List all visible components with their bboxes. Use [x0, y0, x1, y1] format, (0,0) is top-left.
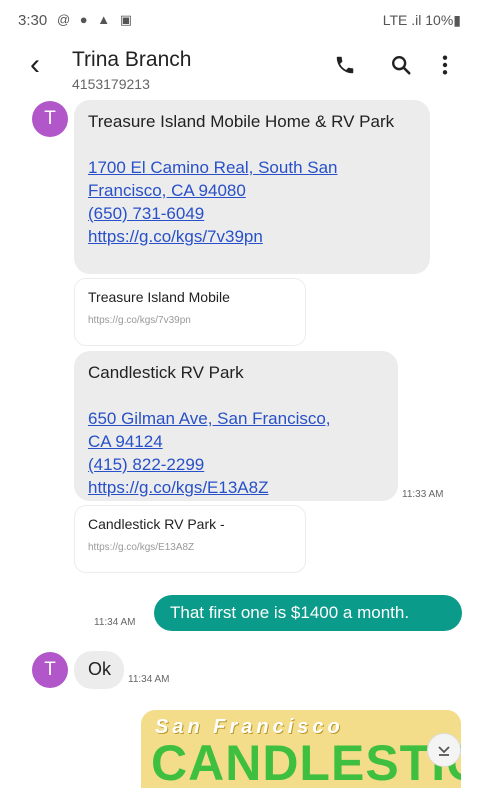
address-link-line2[interactable]: Francisco, CA 94080	[88, 179, 416, 202]
notification-icons: @ ● ▲ ▣	[57, 12, 136, 27]
link-preview-card[interactable]: Treasure Island Mobile https://g.co/kgs/…	[74, 278, 306, 346]
phone-link[interactable]: (415) 822-2299	[88, 453, 384, 476]
more-vert-icon[interactable]	[438, 54, 452, 82]
received-message-bubble[interactable]: Treasure Island Mobile Home & RV Park 17…	[74, 100, 430, 274]
contact-avatar[interactable]: T	[32, 101, 68, 137]
status-right: LTE .il 10%▮	[382, 12, 461, 28]
link-preview-title: Treasure Island Mobile	[88, 289, 230, 305]
reply-timestamp: 11:34 AM	[128, 674, 170, 685]
sent-message-bubble[interactable]: That first one is $1400 a month.	[154, 595, 462, 631]
address-link-line2[interactable]: CA 94124	[88, 430, 384, 453]
contact-number: 4153179213	[72, 76, 150, 92]
phone-link[interactable]: (650) 731-6049	[88, 202, 416, 225]
status-time: 3:30	[18, 12, 48, 29]
message-title: Treasure Island Mobile Home & RV Park	[88, 112, 395, 131]
status-bar: 3:30 @ ● ▲ ▣ LTE .il 10%▮	[0, 0, 479, 40]
download-icon[interactable]	[427, 733, 461, 767]
image-text-line2: CANDLESTICK	[151, 735, 461, 788]
conversation-header: ‹ Trina Branch 4153179213	[0, 40, 479, 96]
link-preview-url: https://g.co/kgs/7v39pn	[88, 315, 191, 326]
phone-icon[interactable]	[334, 54, 356, 82]
message-title: Candlestick RV Park	[88, 363, 244, 382]
link-preview-url: https://g.co/kgs/E13A8Z	[88, 542, 195, 553]
sent-timestamp: 11:34 AM	[94, 617, 136, 628]
url-link[interactable]: https://g.co/kgs/E13A8Z	[88, 476, 384, 499]
contact-name: Trina Branch	[72, 48, 192, 71]
back-arrow-icon[interactable]: ‹	[30, 50, 40, 80]
message-timestamp: 11:33 AM	[402, 489, 444, 500]
search-icon[interactable]	[390, 54, 412, 82]
link-preview-title: Candlestick RV Park -	[88, 516, 225, 532]
contact-avatar[interactable]: T	[32, 652, 68, 688]
url-link[interactable]: https://g.co/kgs/7v39pn	[88, 225, 416, 248]
address-link-line1[interactable]: 650 Gilman Ave, San Francisco,	[88, 407, 384, 430]
address-link-line1[interactable]: 1700 El Camino Real, South San	[88, 156, 416, 179]
received-message-bubble[interactable]: Candlestick RV Park 650 Gilman Ave, San …	[74, 351, 398, 501]
image-message[interactable]: San Francisco CANDLESTICK	[141, 710, 461, 788]
link-preview-card[interactable]: Candlestick RV Park - https://g.co/kgs/E…	[74, 505, 306, 573]
received-message-bubble[interactable]: Ok	[74, 651, 124, 689]
